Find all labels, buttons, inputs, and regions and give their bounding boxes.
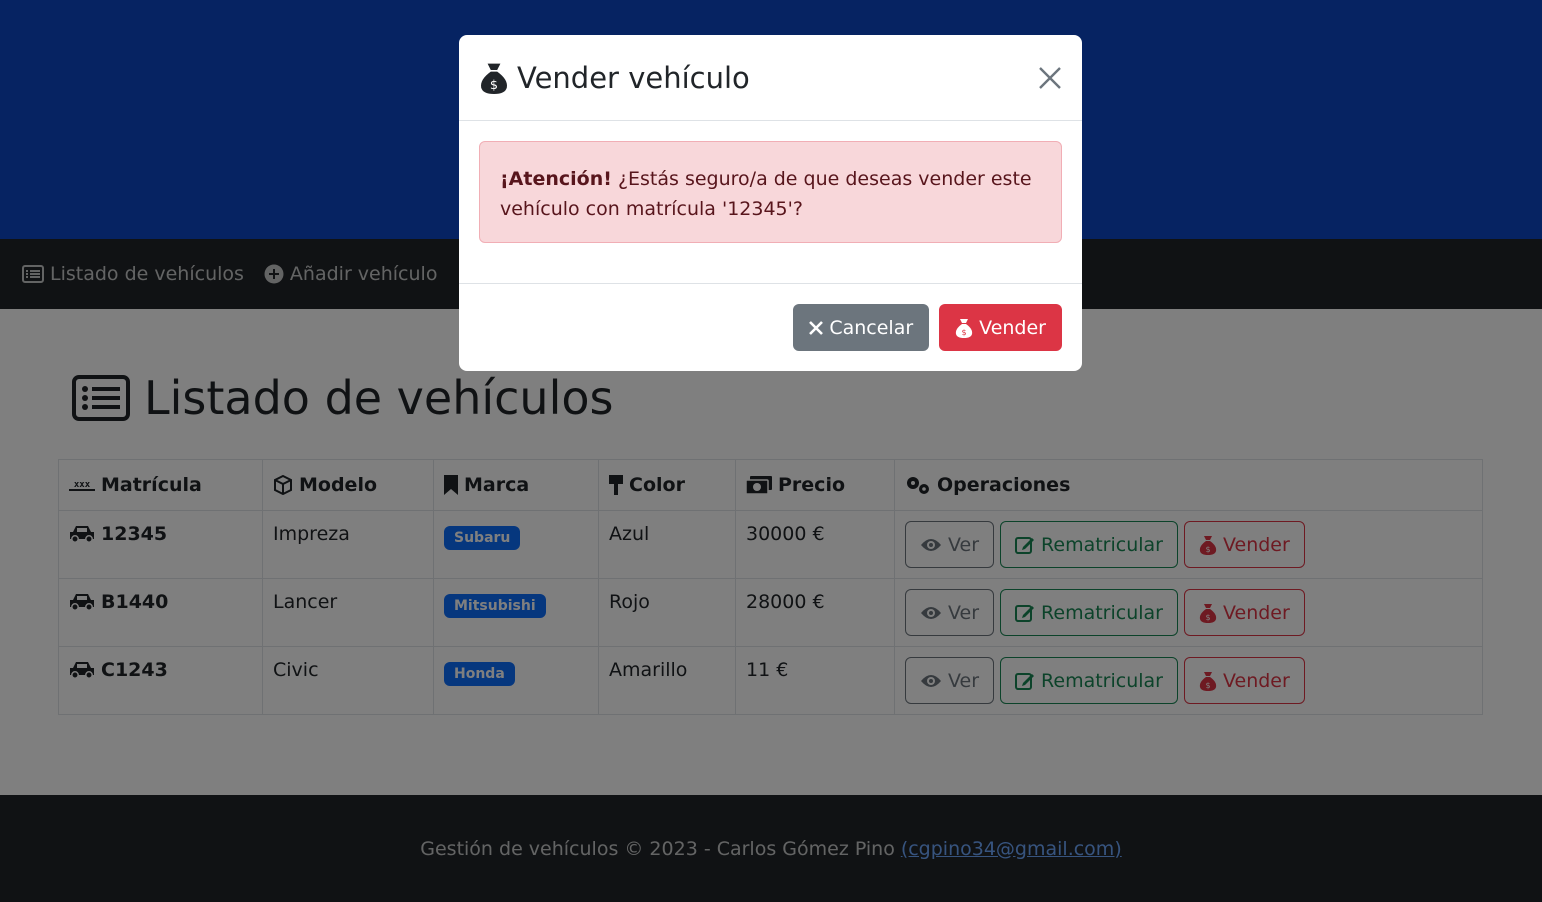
svg-text:$: $ <box>490 78 498 93</box>
sell-vehicle-modal: $ Vender vehículo ¡Atención! ¿Estás segu… <box>459 35 1082 371</box>
money-bag-icon: $ <box>481 63 507 94</box>
x-icon <box>809 320 824 335</box>
alert-heading: ¡Atención! <box>500 168 612 190</box>
modal-title: $ Vender vehículo <box>479 61 750 95</box>
svg-text:$: $ <box>962 328 967 337</box>
modal-header: $ Vender vehículo <box>459 35 1082 121</box>
warning-alert: ¡Atención! ¿Estás seguro/a de que deseas… <box>479 141 1062 243</box>
close-icon[interactable] <box>1038 66 1062 90</box>
money-bag-icon: $ <box>956 318 973 338</box>
modal-footer: Cancelar $ Vender <box>459 284 1082 371</box>
modal-body: ¡Atención! ¿Estás seguro/a de que deseas… <box>459 121 1082 284</box>
cancel-button[interactable]: Cancelar <box>793 304 930 351</box>
confirm-sell-button[interactable]: $ Vender <box>939 304 1062 351</box>
